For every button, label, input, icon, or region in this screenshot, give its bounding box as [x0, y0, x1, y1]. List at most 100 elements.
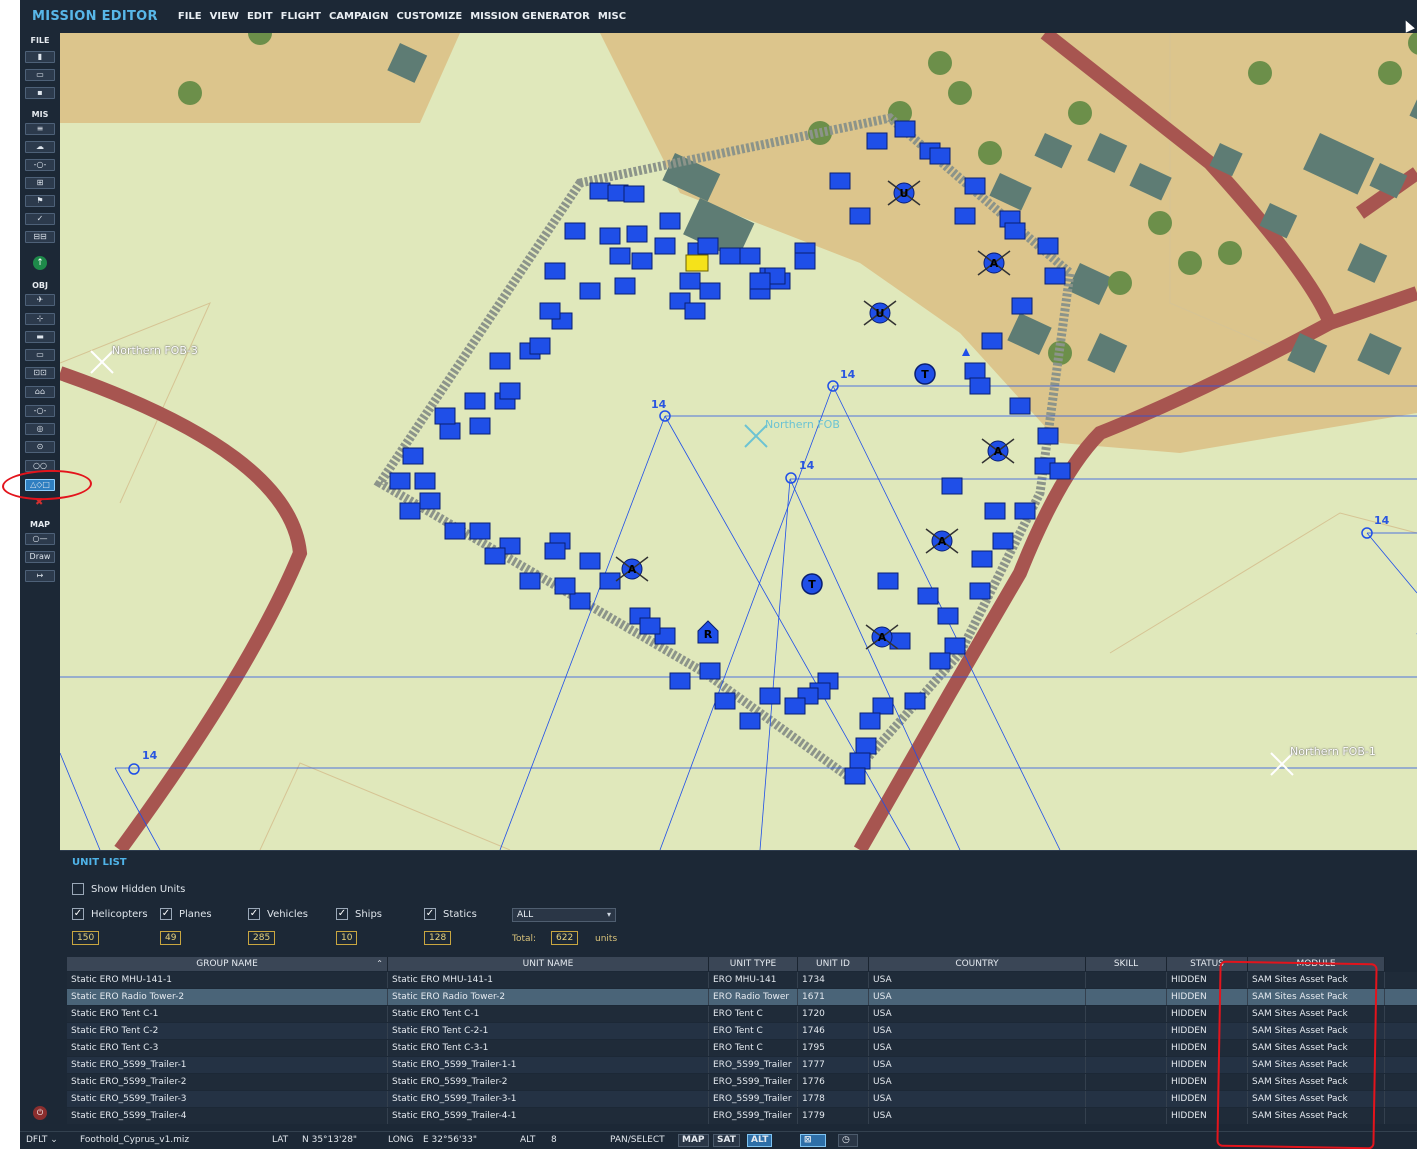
trigger-zone-icon[interactable]: -○-: [25, 159, 55, 171]
unit-list-icon[interactable]: △◇□: [25, 479, 55, 491]
static-unit-marker[interactable]: [439, 422, 461, 440]
table-row[interactable]: Static ERO Radio Tower-2 Static ERO Radio…: [67, 989, 1417, 1005]
static-unit-marker[interactable]: [872, 697, 894, 715]
static-unit-marker[interactable]: [969, 582, 991, 600]
static-unit-marker[interactable]: [1037, 237, 1059, 255]
waypoint-marker[interactable]: [128, 763, 140, 775]
table-row[interactable]: Static ERO_5S99_Trailer-3 Static ERO_5S99…: [67, 1091, 1417, 1107]
multi-circle-icon[interactable]: ○○: [25, 460, 55, 472]
static-unit-marker[interactable]: [904, 692, 926, 710]
static-unit-marker[interactable]: [784, 697, 806, 715]
static-unit-marker[interactable]: [794, 252, 816, 270]
static-unit-marker[interactable]: [739, 712, 761, 730]
exit-icon[interactable]: ⏻: [33, 1106, 47, 1120]
static-unit-marker[interactable]: [889, 632, 911, 650]
static-unit-marker[interactable]: [941, 477, 963, 495]
static-unit-marker[interactable]: [623, 185, 645, 203]
static-unit-marker[interactable]: [499, 382, 521, 400]
draw-button[interactable]: Draw: [25, 551, 55, 563]
map-view[interactable]: T T R U U A A A A A Northern FOB-3 Northern FOB N…: [60, 33, 1417, 850]
static-unit-marker[interactable]: [626, 225, 648, 243]
helicopters-checkbox[interactable]: ✓: [72, 908, 84, 920]
column-header-group-name[interactable]: GROUP NAME ⌃: [67, 957, 388, 971]
column-header-skill[interactable]: SKILL: [1086, 957, 1167, 971]
static-unit-marker[interactable]: [866, 132, 888, 150]
column-header-status[interactable]: STATUS: [1167, 957, 1248, 971]
unit-triangle-icon[interactable]: [962, 348, 970, 356]
static-unit-marker[interactable]: [544, 542, 566, 560]
static-unit-marker[interactable]: [859, 712, 881, 730]
new-file-icon[interactable]: ▮: [25, 51, 55, 63]
check-icon[interactable]: ✓: [25, 213, 55, 225]
static-unit-marker[interactable]: [964, 177, 986, 195]
column-header-unit-type[interactable]: UNIT TYPE: [709, 957, 798, 971]
map-mode-button[interactable]: MAP: [678, 1134, 709, 1147]
static-unit-marker[interactable]: [992, 532, 1014, 550]
static-unit-marker[interactable]: [589, 182, 611, 200]
static-unit-marker[interactable]: [699, 282, 721, 300]
add-armor-icon[interactable]: ⌂⌂: [25, 386, 55, 398]
show-hidden-checkbox[interactable]: [72, 883, 84, 895]
country-filter-select[interactable]: ALL ▾: [512, 908, 616, 922]
menu-campaign[interactable]: CAMPAIGN: [329, 11, 388, 22]
static-unit-marker[interactable]: [444, 522, 466, 540]
statics-checkbox[interactable]: ✓: [424, 908, 436, 920]
add-vehicle-icon[interactable]: ▭: [25, 349, 55, 361]
table-row[interactable]: Static ERO Tent C-3 Static ERO Tent C-3-1…: [67, 1040, 1417, 1056]
static-unit-marker[interactable]: [844, 767, 866, 785]
briefing-icon[interactable]: ≡: [25, 123, 55, 135]
static-unit-marker[interactable]: [877, 572, 899, 590]
planes-checkbox[interactable]: ✓: [160, 908, 172, 920]
table-row[interactable]: Static ERO Tent C-1 Static ERO Tent C-1 ER…: [67, 1006, 1417, 1022]
column-header-unit-name[interactable]: UNIT NAME: [388, 957, 709, 971]
ships-checkbox[interactable]: ✓: [336, 908, 348, 920]
column-header-country[interactable]: COUNTRY: [869, 957, 1086, 971]
static-unit-marker[interactable]: [969, 377, 991, 395]
static-unit-marker[interactable]: [1011, 297, 1033, 315]
map-filter-icon[interactable]: ⊠: [800, 1134, 826, 1147]
sat-mode-button[interactable]: SAT: [713, 1134, 740, 1147]
menu-mission-generator[interactable]: MISSION GENERATOR: [470, 11, 590, 22]
static-unit-marker[interactable]: [855, 737, 877, 755]
static-unit-marker[interactable]: [684, 302, 706, 320]
menu-view[interactable]: VIEW: [210, 11, 239, 22]
static-unit-marker[interactable]: [1049, 462, 1071, 480]
static-unit-marker[interactable]: [402, 447, 424, 465]
static-unit-marker[interactable]: [984, 502, 1006, 520]
static-unit-marker[interactable]: [937, 607, 959, 625]
menu-file[interactable]: FILE: [178, 11, 202, 22]
static-unit-marker[interactable]: [579, 552, 601, 570]
static-unit-marker[interactable]: [609, 247, 631, 265]
static-unit-marker[interactable]: [434, 407, 456, 425]
add-helicopter-icon[interactable]: ⊹: [25, 313, 55, 325]
static-unit-marker[interactable]: [631, 252, 653, 270]
static-unit-marker[interactable]: [469, 417, 491, 435]
static-unit-marker[interactable]: [669, 672, 691, 690]
vehicles-checkbox[interactable]: ✓: [248, 908, 260, 920]
static-unit-marker[interactable]: [679, 272, 701, 290]
static-unit-marker[interactable]: [519, 572, 541, 590]
open-folder-icon[interactable]: ▭: [25, 69, 55, 81]
static-unit-marker[interactable]: [489, 352, 511, 370]
static-unit-marker[interactable]: [697, 237, 719, 255]
table-row[interactable]: Static ERO_5S99_Trailer-1 Static ERO_5S99…: [67, 1057, 1417, 1073]
point-icon[interactable]: ⊙: [25, 441, 55, 453]
static-unit-marker[interactable]: [739, 247, 761, 265]
table-row[interactable]: Static ERO_5S99_Trailer-2 Static ERO_5S99…: [67, 1074, 1417, 1090]
clock-icon[interactable]: ◷: [838, 1134, 858, 1147]
static-unit-marker[interactable]: [829, 172, 851, 190]
add-zone-icon[interactable]: -○-: [25, 405, 55, 417]
add-static-icon[interactable]: ⊡⊡: [25, 367, 55, 379]
alt-mode-button[interactable]: ALT: [747, 1134, 773, 1147]
static-unit-marker[interactable]: [749, 272, 771, 290]
static-unit-marker[interactable]: [569, 592, 591, 610]
static-unit-marker[interactable]: [954, 207, 976, 225]
static-unit-marker[interactable]: [484, 547, 506, 565]
static-unit-marker[interactable]: [1044, 267, 1066, 285]
static-unit-marker[interactable]: [539, 302, 561, 320]
static-unit-marker[interactable]: [544, 262, 566, 280]
menu-customize[interactable]: CUSTOMIZE: [396, 11, 462, 22]
static-unit-marker[interactable]: [971, 550, 993, 568]
static-unit-marker[interactable]: [964, 362, 986, 380]
weather-cloud-icon[interactable]: ☁: [25, 141, 55, 153]
